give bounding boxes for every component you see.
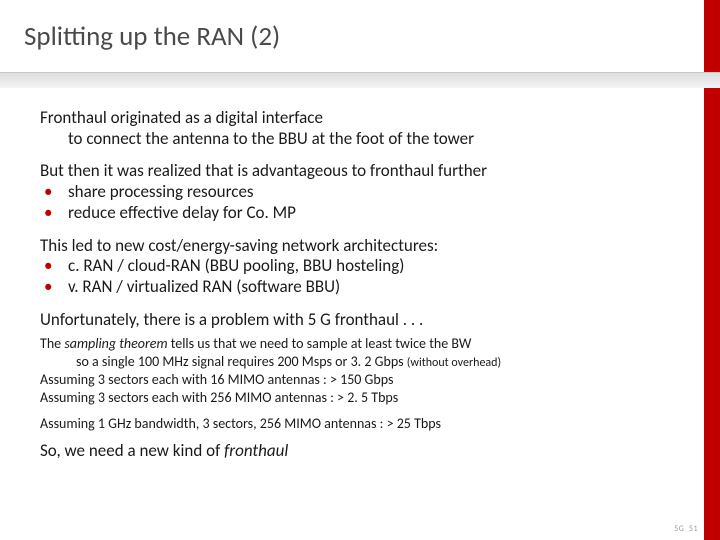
text: The bbox=[40, 335, 64, 352]
italic-text: fronthaul bbox=[224, 440, 288, 461]
paragraph-1: Fronthaul originated as a digital interf… bbox=[40, 108, 682, 149]
text: tells us that we need to sample at least… bbox=[168, 335, 472, 352]
paragraph-3: This led to new cost/energy-saving netwo… bbox=[40, 236, 682, 298]
list-item: • reduce effective delay for Co. MP bbox=[40, 203, 682, 224]
bullet-text: c. RAN / cloud-RAN (BBU pooling, BBU hos… bbox=[68, 256, 404, 277]
text-line: Fronthaul originated as a digital interf… bbox=[40, 108, 682, 129]
slide-body: Fronthaul originated as a digital interf… bbox=[40, 108, 682, 473]
bullet-text: reduce effective delay for Co. MP bbox=[68, 203, 296, 224]
list-item: • c. RAN / cloud-RAN (BBU pooling, BBU h… bbox=[40, 256, 682, 277]
small-block-2: Assuming 1 GHz bandwidth, 3 sectors, 256… bbox=[40, 415, 682, 433]
slide-footer: 5G 51 bbox=[674, 524, 698, 534]
text-line: But then it was realized that is advanta… bbox=[40, 161, 682, 182]
bullet-icon: • bbox=[44, 182, 68, 203]
bullet-text: share processing resources bbox=[68, 182, 254, 203]
title-underline bbox=[0, 72, 720, 88]
text-line: This led to new cost/energy-saving netwo… bbox=[40, 236, 682, 257]
paragraph-5: So, we need a new kind of fronthaul bbox=[40, 441, 682, 462]
text-line: to connect the antenna to the BBU at the… bbox=[40, 129, 682, 150]
small-block-1: The sampling theorem tells us that we ne… bbox=[40, 335, 682, 407]
text-line: so a single 100 MHz signal requires 200 … bbox=[40, 353, 682, 371]
text-line: The sampling theorem tells us that we ne… bbox=[40, 335, 682, 353]
text: so a single 100 MHz signal requires 200 … bbox=[76, 353, 407, 370]
small-text: (without overhead) bbox=[407, 356, 501, 370]
footer-label: 5G bbox=[674, 524, 684, 534]
bullet-icon: • bbox=[44, 203, 68, 224]
text: So, we need a new kind of bbox=[40, 440, 224, 461]
paragraph-2: But then it was realized that is advanta… bbox=[40, 161, 682, 223]
list-item: • v. RAN / virtualized RAN (software BBU… bbox=[40, 277, 682, 298]
bullet-text: v. RAN / virtualized RAN (software BBU) bbox=[68, 277, 340, 298]
list-item: • share processing resources bbox=[40, 182, 682, 203]
bullet-icon: • bbox=[44, 277, 68, 298]
paragraph-4: Unfortunately, there is a problem with 5… bbox=[40, 310, 682, 331]
text-line: Assuming 3 sectors each with 256 MIMO an… bbox=[40, 389, 682, 407]
italic-text: sampling theorem bbox=[64, 335, 167, 352]
bullet-icon: • bbox=[44, 256, 68, 277]
slide-title: Splitting up the RAN (2) bbox=[24, 20, 280, 53]
text-line: Assuming 3 sectors each with 16 MIMO ant… bbox=[40, 371, 682, 389]
slide: Splitting up the RAN (2) Fronthaul origi… bbox=[0, 0, 720, 540]
slide-number: 51 bbox=[689, 524, 698, 534]
